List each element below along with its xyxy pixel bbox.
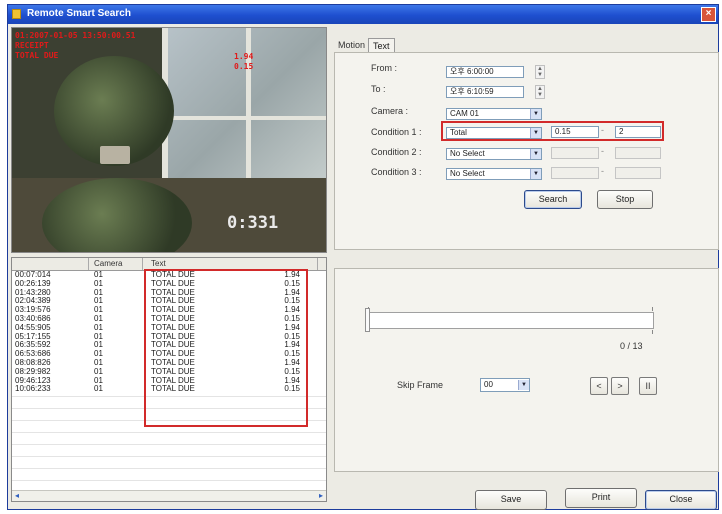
title-bar: Remote Smart Search × (8, 5, 718, 24)
condition2-max-field (615, 147, 661, 159)
text-highlight-box (144, 269, 308, 427)
list-gridline (12, 480, 326, 481)
search-button[interactable]: Search (524, 190, 582, 209)
condition3-select[interactable]: No Select ▼ (446, 168, 542, 180)
previous-frame-button[interactable]: < (590, 377, 608, 395)
chevron-down-icon[interactable]: ▼ (530, 169, 541, 179)
column-divider[interactable] (142, 258, 143, 270)
condition2-label: Condition 2 : (371, 147, 422, 157)
tab-text[interactable]: Text (368, 38, 395, 53)
from-time-spinner[interactable]: ▲ ▼ (535, 65, 545, 79)
playback-slider[interactable] (369, 312, 654, 329)
range-dash: - (601, 166, 604, 176)
condition-highlight-box (441, 121, 664, 141)
save-button[interactable]: Save (475, 490, 547, 510)
camera-label: Camera : (371, 106, 409, 116)
scroll-right-icon[interactable]: ▸ (316, 491, 326, 500)
search-panel: From : 오후 6:00:00 ▲ ▼ To : 오후 6:10:59 ▲ ▼ … (334, 52, 719, 250)
list-gridline (12, 444, 326, 445)
pause-button[interactable]: II (639, 377, 657, 395)
skip-frame-label: Skip Frame (397, 380, 444, 390)
list-gridline (12, 456, 326, 457)
to-time-spinner[interactable]: ▲ ▼ (535, 85, 545, 99)
condition3-min-field (551, 167, 599, 179)
app-icon (12, 9, 21, 19)
video-scene-frame (162, 116, 326, 120)
osd-value: 0.15 (234, 62, 254, 71)
chevron-down-icon[interactable]: ▼ (530, 109, 541, 119)
camera-select-value: CAM 01 (450, 109, 479, 118)
list-gridline (12, 432, 326, 433)
column-divider[interactable] (317, 258, 318, 270)
list-gridline (12, 468, 326, 469)
scroll-left-icon[interactable]: ◂ (12, 491, 22, 500)
condition3-max-field (615, 167, 661, 179)
condition2-select[interactable]: No Select ▼ (446, 148, 542, 160)
row-camera: 01 (94, 384, 103, 394)
playback-slider-thumb[interactable] (365, 308, 370, 332)
result-list[interactable]: Camera Text 00:07:014 01 TOTAL DUE 1.94 00:2… (11, 257, 327, 502)
chevron-down-icon[interactable]: ▼ (530, 149, 541, 159)
slider-tick (652, 330, 653, 334)
window-close-button[interactable]: × (701, 7, 716, 22)
from-time-field[interactable]: 오후 6:00:00 (446, 66, 524, 78)
to-label: To : (371, 84, 386, 94)
slider-tick (652, 307, 653, 311)
tab-motion[interactable]: Motion (334, 38, 369, 52)
osd-line: 01:2007-01-05 13:50:00.51 (15, 31, 136, 40)
row-time: 10:06:233 (15, 384, 51, 394)
osd-timestamp: 0:331 (227, 213, 279, 233)
condition2-select-value: No Select (450, 149, 485, 158)
column-header-camera[interactable]: Camera (94, 259, 122, 268)
next-frame-button[interactable]: > (611, 377, 629, 395)
condition1-label: Condition 1 : (371, 127, 422, 137)
stop-button[interactable]: Stop (597, 190, 653, 209)
to-time-field[interactable]: 오후 6:10:59 (446, 86, 524, 98)
osd-line: RECEIPT (15, 41, 49, 50)
range-dash: - (601, 146, 604, 156)
condition3-select-value: No Select (450, 169, 485, 178)
video-preview: 01:2007-01-05 13:50:00.51 RECEIPT TOTAL … (11, 27, 327, 253)
skip-frame-select[interactable]: 00 ▼ (480, 378, 530, 392)
playback-panel: 0 / 13 Skip Frame 00 ▼ < > II (334, 268, 719, 472)
print-button[interactable]: Print (565, 488, 637, 508)
from-label: From : (371, 63, 397, 73)
camera-select[interactable]: CAM 01 ▼ (446, 108, 542, 120)
skip-frame-value: 00 (484, 380, 493, 389)
condition2-min-field (551, 147, 599, 159)
horizontal-scrollbar[interactable]: ◂ ▸ (12, 490, 326, 501)
window-title: Remote Smart Search (27, 8, 131, 19)
chevron-down-icon[interactable]: ▼ (518, 380, 529, 390)
video-scene-pot (100, 146, 130, 164)
close-button[interactable]: Close (645, 490, 717, 510)
column-divider[interactable] (88, 258, 89, 270)
osd-line: TOTAL DUE (15, 51, 59, 60)
osd-value: 1.94 (234, 52, 254, 61)
condition3-label: Condition 3 : (371, 167, 422, 177)
column-header-text[interactable]: Text (151, 259, 166, 268)
frame-counter: 0 / 13 (620, 341, 643, 351)
